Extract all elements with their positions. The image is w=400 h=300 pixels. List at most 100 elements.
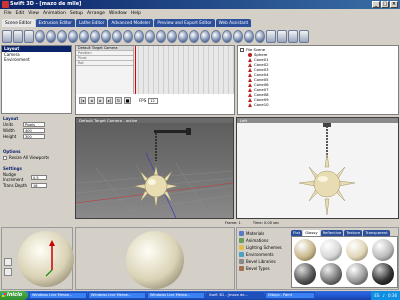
- move-icon[interactable]: [145, 29, 155, 43]
- minimize-button[interactable]: _: [372, 1, 380, 8]
- new-icon[interactable]: [2, 29, 12, 43]
- height-field[interactable]: 300: [23, 134, 45, 139]
- gallery-environments[interactable]: Environments: [239, 251, 289, 258]
- pan-icon[interactable]: [178, 29, 188, 43]
- material-swatch[interactable]: [372, 263, 394, 285]
- next-frame-icon[interactable]: ▸|: [106, 97, 113, 104]
- gallery-materials[interactable]: Materials: [239, 230, 289, 237]
- playhead[interactable]: [135, 46, 136, 94]
- material-swatch[interactable]: [294, 239, 316, 261]
- language-indicator[interactable]: ES: [374, 291, 379, 300]
- taskbar-item[interactable]: Windows Live Messe...: [29, 292, 87, 299]
- lighting-trackball[interactable]: [126, 231, 184, 289]
- viewport-left[interactable]: Left: [236, 117, 399, 219]
- tab-flat[interactable]: Flat: [291, 230, 303, 236]
- ungroup-icon[interactable]: [200, 29, 210, 43]
- first-frame-icon[interactable]: |◂: [79, 97, 86, 104]
- export-icon[interactable]: [255, 29, 265, 43]
- cube-tool-icon[interactable]: [46, 29, 56, 43]
- render-icon[interactable]: [233, 29, 243, 43]
- layer-item-environment[interactable]: Environment: [2, 57, 71, 62]
- tab-preview-export[interactable]: Preview and Export Editor: [154, 19, 215, 27]
- rotate-icon[interactable]: [134, 29, 144, 43]
- torus-tool-icon[interactable]: [79, 29, 89, 43]
- menu-arrange[interactable]: Arrange: [87, 9, 105, 18]
- taskbar-item[interactable]: Dibujo - Paint: [265, 292, 315, 299]
- tab-extrusion-editor[interactable]: Extrusion Editor: [35, 19, 75, 27]
- fps-field[interactable]: 12: [148, 97, 159, 104]
- save-icon[interactable]: [24, 29, 34, 43]
- tab-web-assistant[interactable]: Web Assistant: [215, 19, 252, 27]
- material-swatch[interactable]: [346, 239, 368, 261]
- resize-checkbox[interactable]: [3, 155, 7, 160]
- align-icon[interactable]: [211, 29, 221, 43]
- gallery-bevel-libraries[interactable]: Bevel Libraries: [239, 258, 289, 265]
- loop-icon[interactable]: ↻: [115, 97, 122, 104]
- viewport-camera-canvas[interactable]: [76, 123, 233, 218]
- menu-setup[interactable]: Setup: [70, 9, 83, 18]
- gallery-lighting[interactable]: Lighting Schemes: [239, 244, 289, 251]
- tab-texture[interactable]: Texture: [344, 230, 363, 236]
- scale-icon[interactable]: [156, 29, 166, 43]
- stop-icon[interactable]: ■: [124, 97, 131, 104]
- cylinder-tool-icon[interactable]: [57, 29, 67, 43]
- tab-transparent[interactable]: Transparent: [363, 230, 390, 236]
- material-swatch[interactable]: [294, 263, 316, 285]
- start-button[interactable]: Inicio: [0, 291, 28, 300]
- expand-icon[interactable]: [240, 47, 244, 52]
- light-tool-icon[interactable]: [112, 29, 122, 43]
- tab-lathe-editor[interactable]: Lathe Editor: [75, 19, 108, 27]
- tab-scene-editor[interactable]: Scene Editor: [2, 19, 35, 27]
- menu-view[interactable]: View: [28, 9, 39, 18]
- tree-item[interactable]: Cone10: [248, 102, 396, 107]
- taskbar-item-active[interactable]: Swift 3D - [mazo de...: [206, 292, 264, 299]
- cone-tool-icon[interactable]: [68, 29, 78, 43]
- maximize-button[interactable]: □: [381, 1, 389, 8]
- tab-reflective[interactable]: Reflective: [320, 230, 344, 236]
- sphere-tool-icon[interactable]: [35, 29, 45, 43]
- prev-frame-icon[interactable]: ◂: [88, 97, 95, 104]
- properties-icon[interactable]: [288, 29, 298, 43]
- menu-help[interactable]: Help: [131, 9, 141, 18]
- taskbar-item[interactable]: Windows Live Messe...: [147, 292, 205, 299]
- material-swatch[interactable]: [320, 263, 342, 285]
- nudge-field[interactable]: 0.5: [31, 174, 47, 180]
- menu-edit[interactable]: Edit: [16, 9, 25, 18]
- material-swatch[interactable]: [320, 239, 342, 261]
- units-select[interactable]: Pixels: [23, 122, 45, 127]
- material-swatch[interactable]: [372, 239, 394, 261]
- editor-tabs: Scene Editor Extrusion Editor Lathe Edit…: [0, 18, 400, 27]
- group-icon[interactable]: [189, 29, 199, 43]
- play-icon[interactable]: ▸: [97, 97, 104, 104]
- taskbar-item[interactable]: Windows Live Messe...: [88, 292, 146, 299]
- lock-axis-icon[interactable]: [4, 258, 12, 266]
- timeline-track[interactable]: [134, 46, 234, 94]
- zoom-icon[interactable]: [167, 29, 177, 43]
- plane-tool-icon[interactable]: [90, 29, 100, 43]
- camera-tool-icon[interactable]: [123, 29, 133, 43]
- text-tool-icon[interactable]: [101, 29, 111, 43]
- environment-icon[interactable]: [277, 29, 287, 43]
- help-icon[interactable]: [299, 29, 309, 43]
- preview-icon[interactable]: [244, 29, 254, 43]
- menu-window[interactable]: Window: [109, 9, 127, 18]
- material-swatch[interactable]: [346, 263, 368, 285]
- menu-file[interactable]: File: [4, 9, 12, 18]
- volume-icon[interactable]: ♪: [382, 291, 385, 300]
- lights-icon[interactable]: [266, 29, 276, 43]
- cone-icon: [248, 57, 252, 62]
- trans-field[interactable]: 16: [31, 183, 47, 188]
- tab-glossy[interactable]: Glossy: [303, 230, 320, 236]
- width-field[interactable]: 400: [23, 128, 45, 133]
- tab-advanced-modeler[interactable]: Advanced Modeler: [108, 19, 154, 27]
- gallery-bevel-types[interactable]: Bevel Types: [239, 265, 289, 272]
- open-icon[interactable]: [13, 29, 23, 43]
- gallery-animations[interactable]: Animations: [239, 237, 289, 244]
- timeline-row-rot[interactable]: Rot: [76, 61, 133, 66]
- mirror-icon[interactable]: [222, 29, 232, 43]
- close-button[interactable]: ×: [390, 1, 398, 8]
- menu-animation[interactable]: Animation: [43, 9, 66, 18]
- viewport-left-canvas[interactable]: [237, 121, 398, 218]
- viewport-camera[interactable]: Default Target Camera - active: [75, 117, 234, 219]
- reset-rotation-icon[interactable]: [4, 268, 12, 276]
